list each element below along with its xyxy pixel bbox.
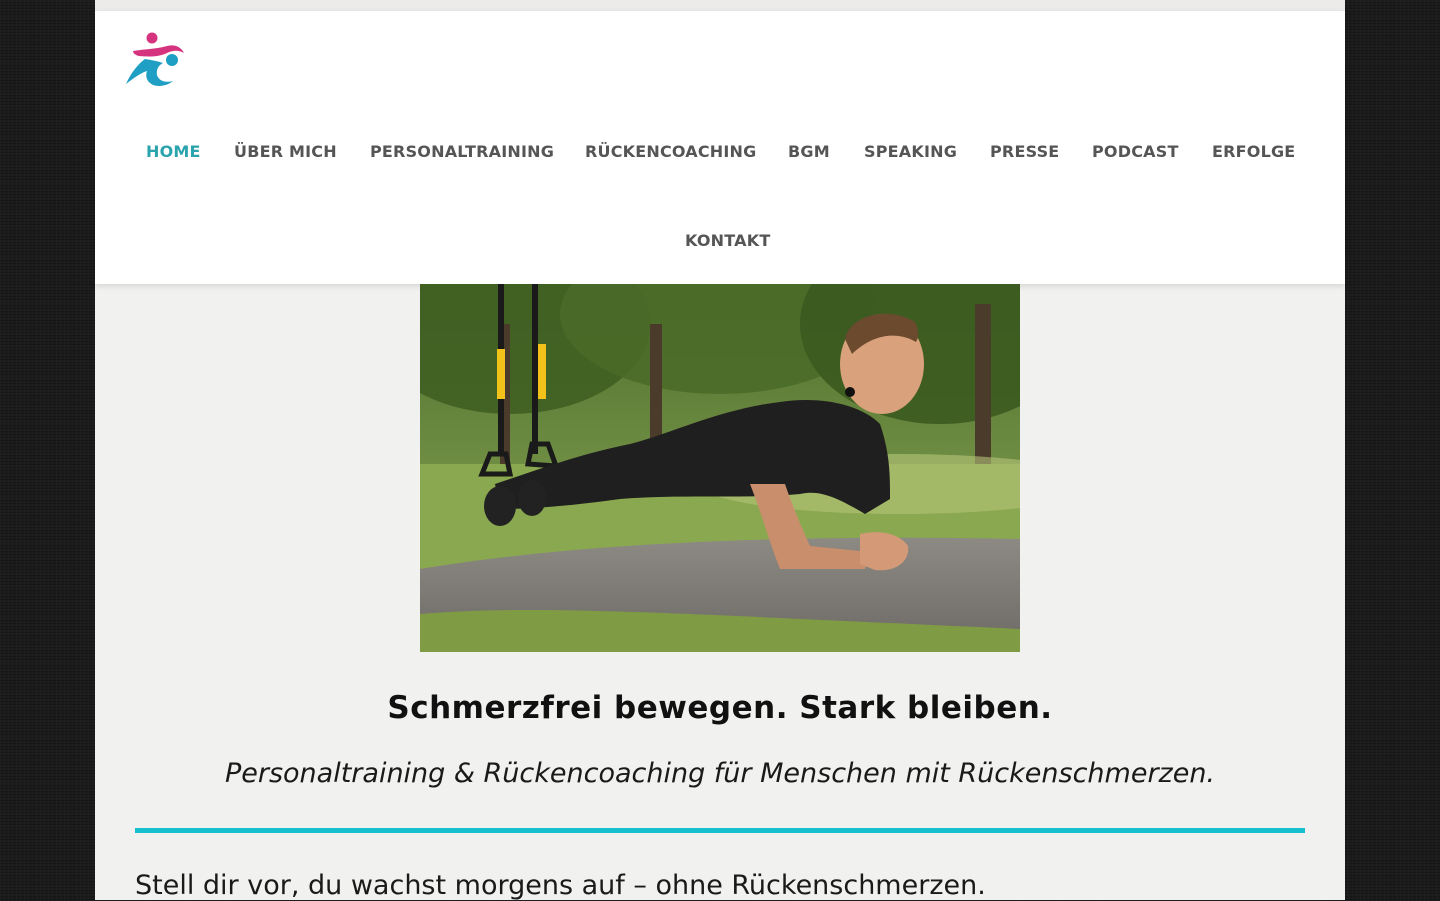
intro-paragraph: Stell dir vor, du wachst morgens auf – o…: [135, 870, 986, 901]
page-container: HOME ÜBER MICH PERSONALTRAINING RÜCKENCO…: [95, 0, 1345, 901]
hero-image: [420, 284, 1020, 652]
nav-ueber-mich[interactable]: ÜBER MICH: [234, 142, 337, 161]
nav-presse[interactable]: PRESSE: [990, 142, 1059, 161]
nav-erfolge[interactable]: ERFOLGE: [1212, 142, 1295, 161]
nav-podcast[interactable]: PODCAST: [1092, 142, 1179, 161]
section-divider: [135, 828, 1305, 833]
hero-photo-illustration: [420, 284, 1020, 652]
nav-kontakt[interactable]: KONTAKT: [685, 231, 770, 250]
nav-home[interactable]: HOME: [146, 142, 201, 161]
nav-bgm[interactable]: BGM: [788, 142, 830, 161]
hero-headline: Schmerzfrei bewegen. Stark bleiben.: [387, 690, 1053, 726]
nav-rueckencoaching[interactable]: RÜCKENCOACHING: [585, 142, 756, 161]
nav-personaltraining[interactable]: PERSONALTRAINING: [370, 142, 554, 161]
site-header: HOME ÜBER MICH PERSONALTRAINING RÜCKENCO…: [95, 11, 1345, 284]
nav-speaking[interactable]: SPEAKING: [864, 142, 957, 161]
hero-subline: Personaltraining & Rückencoaching für Me…: [224, 758, 1216, 789]
main-navigation: HOME ÜBER MICH PERSONALTRAINING RÜCKENCO…: [95, 11, 1345, 284]
top-strip: [95, 0, 1345, 11]
